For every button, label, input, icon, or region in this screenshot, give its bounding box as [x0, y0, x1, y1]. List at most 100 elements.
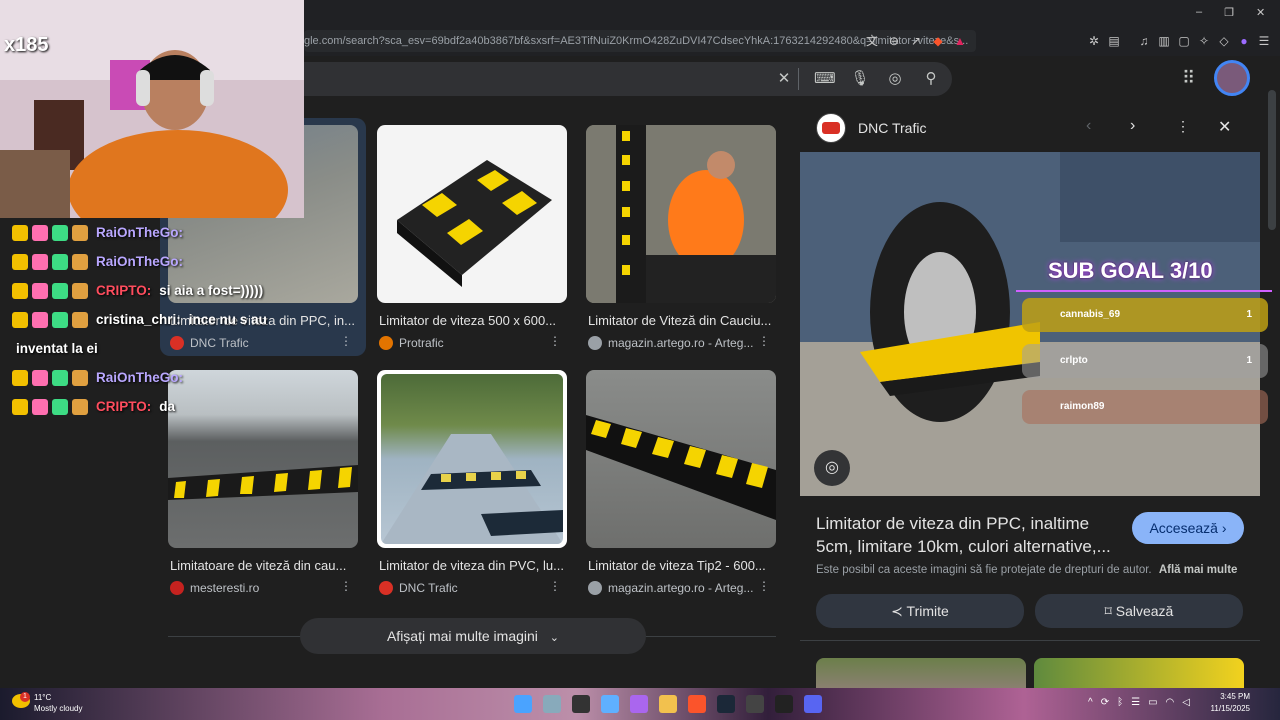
result-source[interactable]: magazin.artego.ro - Arteg...: [586, 336, 776, 350]
sidebar-icon[interactable]: ▥: [1156, 33, 1172, 49]
minimize-button[interactable]: –: [1196, 6, 1202, 19]
sync-icon[interactable]: ⟳: [1101, 697, 1109, 708]
discord-icon[interactable]: [804, 695, 822, 713]
photos-icon[interactable]: [601, 695, 619, 713]
chat-badge-icon: [12, 282, 28, 299]
windows-start-icon[interactable]: [514, 695, 532, 713]
panel-more-icon[interactable]: ⋮: [1176, 118, 1190, 135]
result-thumbnail[interactable]: [377, 370, 567, 548]
clock-time[interactable]: 3:45 PM: [1206, 692, 1250, 701]
display-icon[interactable]: ▭: [1148, 697, 1157, 708]
image-result-2[interactable]: Limitator de viteza 500 x 600... Protraf…: [377, 125, 567, 350]
chat-text: da: [159, 399, 176, 414]
apps-grid-icon[interactable]: ⠿: [1182, 68, 1195, 89]
visit-button[interactable]: Accesează ›: [1132, 512, 1244, 544]
close-window-button[interactable]: ✕: [1256, 6, 1265, 19]
network-icon[interactable]: ☰: [1131, 697, 1140, 708]
more-options-icon[interactable]: ⋮: [549, 579, 561, 593]
share-button[interactable]: ≺ Trimite: [816, 594, 1024, 628]
vpn-icon[interactable]: ◇: [1216, 33, 1232, 49]
more-options-icon[interactable]: ⋮: [758, 579, 770, 593]
terminal-icon[interactable]: [775, 695, 793, 713]
search-box[interactable]: ✕ ⌨ 🎙 ◎ ⚲: [290, 62, 952, 96]
obs-icon[interactable]: [746, 695, 764, 713]
panel-title[interactable]: Limitator de viteza din PPC, inaltime 5c…: [816, 512, 1116, 558]
chat-badge-icon: [32, 224, 48, 241]
image-result-5[interactable]: Limitator de viteza din PVC, lu... DNC T…: [377, 370, 567, 595]
rural-road-bump-image: [381, 434, 563, 544]
zoom-icon[interactable]: ⊖: [886, 33, 902, 49]
chat-username: RaiOnTheGo:: [96, 370, 183, 385]
menu-icon[interactable]: ☰: [1256, 33, 1272, 49]
more-options-icon[interactable]: ⋮: [758, 334, 770, 348]
lens-icon[interactable]: ◎: [885, 69, 905, 89]
extensions-icon[interactable]: ✲: [1086, 33, 1102, 49]
favicon-icon: [588, 581, 602, 595]
clear-search-button[interactable]: ✕: [774, 69, 794, 89]
store-icon[interactable]: [630, 695, 648, 713]
weather-desc[interactable]: Mostly cloudy: [34, 704, 82, 713]
prev-image-button[interactable]: ‹: [1086, 117, 1091, 135]
result-thumbnail[interactable]: [586, 370, 776, 548]
taskbar: 1 11°C Mostly cloudy ^ ⟳ ᛒ ☰ ▭ ◠ ◁ 3:45 …: [0, 688, 1280, 720]
result-source[interactable]: mesteresti.ro: [168, 581, 358, 595]
result-title[interactable]: Limitator de viteza 500 x 600...: [377, 313, 565, 328]
result-title[interactable]: Limitatoare de viteză din cau...: [168, 558, 356, 573]
volume-icon[interactable]: ◁: [1182, 697, 1190, 708]
steam-icon[interactable]: [717, 695, 735, 713]
brave-icon[interactable]: [688, 695, 706, 713]
wallet-icon[interactable]: ▢: [1176, 33, 1192, 49]
panel-site-name[interactable]: DNC Trafic: [858, 120, 926, 136]
mic-icon[interactable]: 🎙: [850, 69, 870, 89]
close-panel-button[interactable]: ✕: [1218, 117, 1231, 137]
chat-badge-icon: [32, 253, 48, 270]
chevron-up-icon[interactable]: ^: [1088, 697, 1093, 708]
worker-installing-bump-image: [586, 125, 776, 303]
result-thumbnail[interactable]: [377, 125, 567, 303]
goal-row: crlpto 1: [1022, 344, 1268, 378]
more-options-icon[interactable]: ⋮: [549, 334, 561, 348]
result-source[interactable]: DNC Trafic: [377, 581, 567, 595]
related-image-1[interactable]: [816, 658, 1026, 688]
translate-icon[interactable]: 文: [864, 33, 880, 49]
music-icon[interactable]: ♫: [1136, 33, 1152, 49]
page-scrollbar[interactable]: [1268, 90, 1276, 230]
restore-button[interactable]: ❐: [1224, 6, 1234, 19]
tab-icon[interactable]: ▤: [1106, 33, 1122, 49]
result-source[interactable]: magazin.artego.ro - Arteg...: [586, 581, 776, 595]
share-icon[interactable]: ↗: [908, 33, 924, 49]
result-title[interactable]: Limitator de Viteză din Cauciu...: [586, 313, 774, 328]
image-result-3[interactable]: Limitator de Viteză din Cauciu... magazi…: [586, 125, 776, 350]
weather-temp[interactable]: 11°C: [34, 693, 51, 702]
keyboard-icon[interactable]: ⌨: [814, 69, 836, 89]
save-button[interactable]: ⌑ Salvează: [1035, 594, 1243, 628]
search-icon[interactable]: ⚲: [921, 69, 941, 89]
result-title[interactable]: Limitator de viteza Tip2 - 600...: [586, 558, 774, 573]
brave-rewards-icon[interactable]: ▲: [952, 33, 968, 49]
result-source[interactable]: Protrafic: [377, 336, 567, 350]
bookmark-icon: ⌑: [1104, 603, 1112, 619]
leo-icon[interactable]: ✧: [1196, 33, 1212, 49]
file-explorer-icon[interactable]: [659, 695, 677, 713]
image-result-6[interactable]: Limitator de viteza Tip2 - 600... magazi…: [586, 370, 776, 595]
task-view-icon[interactable]: [543, 695, 561, 713]
avatar[interactable]: [1214, 60, 1250, 96]
clock-date[interactable]: 11/15/2025: [1206, 704, 1250, 713]
proton-icon[interactable]: ●: [1236, 33, 1252, 49]
result-title[interactable]: Limitator de viteza din PVC, lu...: [377, 558, 565, 573]
result-thumbnail[interactable]: [586, 125, 776, 303]
more-options-icon[interactable]: ⋮: [340, 334, 352, 348]
hwinfo-icon[interactable]: [572, 695, 590, 713]
brave-shield-icon[interactable]: ◆: [930, 33, 946, 49]
source-label: mesteresti.ro: [190, 581, 260, 595]
chat-badge-icon: [32, 398, 48, 415]
lens-search-icon[interactable]: ◎: [814, 450, 850, 486]
bluetooth-icon[interactable]: ᛒ: [1117, 697, 1123, 708]
learn-more-link[interactable]: Află mai multe: [1159, 564, 1238, 576]
more-options-icon[interactable]: ⋮: [340, 579, 352, 593]
sub-goal-widget: SUB GOAL 3/10 cannabis_69 1 crlpto 1 rai…: [1016, 256, 1272, 426]
wifi-icon[interactable]: ◠: [1166, 697, 1175, 708]
related-image-2[interactable]: [1034, 658, 1244, 688]
next-image-button[interactable]: ›: [1130, 117, 1135, 135]
more-images-button[interactable]: Afișați mai multe imagini ⌄: [300, 618, 646, 654]
